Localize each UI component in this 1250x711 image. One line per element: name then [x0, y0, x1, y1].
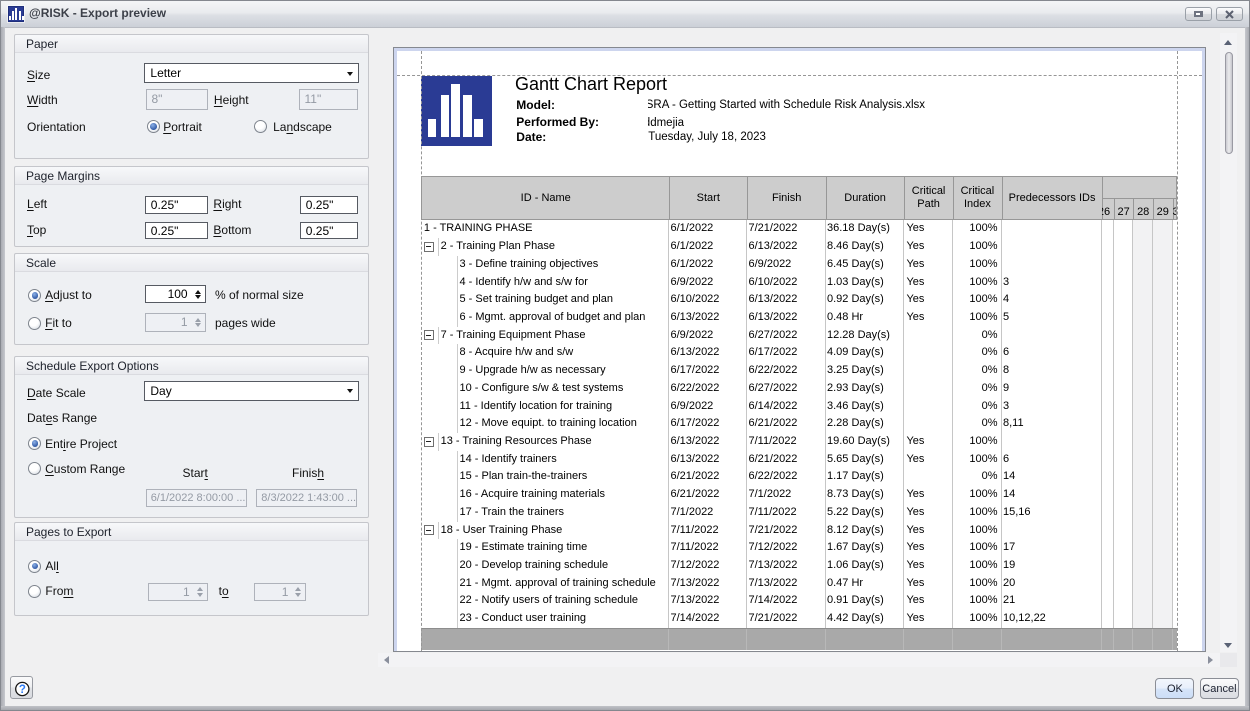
svg-text:?: ? — [19, 685, 26, 697]
